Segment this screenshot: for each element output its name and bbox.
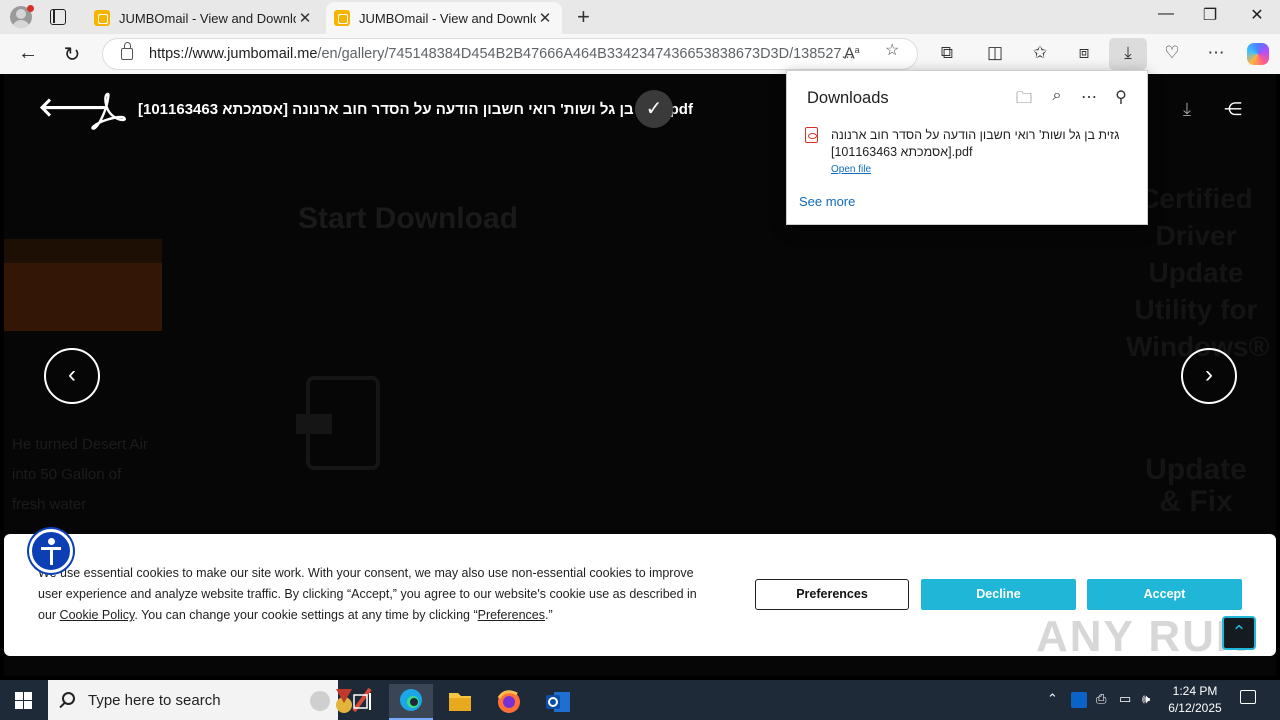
network-icon[interactable]: ▭: [1119, 691, 1131, 707]
pin-icon[interactable]: ⚲: [1110, 87, 1132, 107]
preferences-button[interactable]: Preferences: [755, 579, 909, 610]
decline-button[interactable]: Decline: [921, 579, 1076, 610]
outlook-tray-icon[interactable]: [1071, 692, 1087, 708]
tab-jumbomail-1[interactable]: JUMBOmail - View and Download ✕: [86, 2, 322, 34]
tab-jumbomail-2[interactable]: JUMBOmail - View and Download ✕: [326, 2, 562, 34]
copilot-icon[interactable]: [1247, 43, 1269, 65]
windows-start-icon[interactable]: [15, 692, 32, 709]
taskbar-search-input[interactable]: Type here to search: [48, 680, 372, 720]
extensions-icon[interactable]: ⧉: [935, 43, 959, 65]
url-path: /en/gallery/745148384D454B2B47666A464B33…: [317, 46, 854, 62]
outlook-icon[interactable]: [536, 684, 580, 720]
taskbar-clock[interactable]: 1:24 PM 6/12/2025: [1164, 683, 1226, 717]
pdf-file-icon: [805, 127, 818, 143]
search-icon[interactable]: ⌕: [1046, 87, 1068, 105]
next-file-button[interactable]: ›: [1181, 348, 1237, 404]
background-ad-right-cta: Update & Fix: [1145, 453, 1247, 518]
open-folder-icon[interactable]: 🗀: [1013, 87, 1035, 114]
scroll-top-icon[interactable]: ⌃: [1222, 616, 1256, 650]
tab-actions-icon[interactable]: [50, 9, 66, 25]
more-options-icon[interactable]: ⋯: [1078, 87, 1100, 107]
file-explorer-icon[interactable]: [438, 684, 482, 720]
refresh-icon[interactable]: ↻: [59, 42, 85, 67]
accept-button[interactable]: Accept: [1087, 579, 1242, 610]
accessibility-icon[interactable]: [29, 529, 73, 573]
tab-title: JUMBOmail - View and Download: [359, 10, 536, 26]
background-ad-image: [4, 239, 162, 331]
tab-strip: JUMBOmail - View and Download ✕ JUMBOmai…: [0, 0, 1280, 34]
acrobat-pdf-icon: [91, 92, 126, 130]
edge-taskbar-icon[interactable]: [389, 684, 433, 720]
collections-icon[interactable]: ⧈: [1072, 43, 1096, 65]
tab-title: JUMBOmail - View and Download: [119, 10, 296, 26]
lock-icon[interactable]: [121, 42, 133, 60]
chevron-right-icon: ›: [1205, 361, 1213, 388]
tray-chevron-up-icon[interactable]: ⌃: [1047, 691, 1058, 707]
viewer-download-icon[interactable]: ⤓: [1168, 92, 1206, 126]
task-view-icon[interactable]: [340, 684, 384, 720]
new-tab-icon[interactable]: +: [577, 4, 590, 30]
clock-date: 6/12/2025: [1168, 701, 1222, 715]
downloads-title: Downloads: [807, 89, 889, 107]
cookie-policy-link[interactable]: Cookie Policy: [60, 608, 135, 622]
notifications-icon[interactable]: [1240, 690, 1256, 704]
close-window-icon[interactable]: ✕: [1237, 5, 1277, 25]
cookie-text: We use essential cookies to make our sit…: [38, 563, 708, 626]
anyrun-watermark: ANY RUN: [1036, 612, 1250, 661]
firefox-icon[interactable]: [487, 684, 531, 720]
url-host: https://www.jumbomail.me: [149, 46, 318, 62]
profile-notification-dot: [27, 5, 34, 12]
search-placeholder: Type here to search: [88, 691, 221, 709]
previous-file-button[interactable]: ‹: [44, 348, 100, 404]
minimize-icon[interactable]: —: [1146, 5, 1186, 23]
downloads-icon[interactable]: ⤓: [1109, 38, 1147, 70]
background-ad-left-text: He turned Desert Air into 50 Gallon of f…: [12, 436, 148, 513]
back-arrow-icon[interactable]: ←: [15, 42, 41, 65]
chevron-left-icon: ‹: [68, 361, 76, 388]
favorites-icon[interactable]: ✩: [1028, 43, 1052, 65]
download-item-name[interactable]: גזית בן גל ושות' רואי חשבון הודעה על הסד…: [831, 127, 1131, 161]
cookie-text-part3: .”: [545, 608, 553, 622]
more-menu-icon[interactable]: ⋯: [1204, 43, 1228, 65]
downloads-panel: Downloads 🗀 ⌕ ⋯ ⚲ גזית בן גל ושות' רואי …: [786, 70, 1148, 225]
windows-taskbar: Type here to search ⌃ ⎙ ▭ 🕪 1:24 PM 6/12…: [0, 680, 1280, 720]
viewer-file-name: גזית בן גל ושות' רואי חשבון הודעה על הסד…: [138, 101, 693, 118]
read-aloud-icon[interactable]: Aₐ: [844, 40, 860, 63]
browser-essentials-icon[interactable]: ♡: [1160, 43, 1184, 65]
favorite-star-icon[interactable]: ☆: [885, 40, 899, 60]
cookie-text-part2: . You can change your cookie settings at…: [134, 608, 478, 622]
open-file-link[interactable]: Open file: [831, 164, 871, 175]
tab-close-icon[interactable]: ✕: [536, 9, 554, 27]
checkmark-icon[interactable]: ✓: [635, 90, 673, 128]
clock-time: 1:24 PM: [1172, 684, 1218, 698]
tray-device-icon[interactable]: ⎙: [1096, 691, 1106, 707]
jumbomail-favicon-icon: [94, 10, 110, 26]
volume-icon[interactable]: 🕪: [1142, 691, 1150, 707]
see-more-link[interactable]: See more: [799, 194, 855, 209]
restore-icon[interactable]: ❐: [1190, 5, 1230, 25]
split-screen-icon[interactable]: ◫: [983, 43, 1007, 65]
jumbomail-favicon-icon: [334, 10, 350, 26]
address-bar-input[interactable]: https://www.jumbomail.me/en/gallery/7451…: [102, 38, 918, 70]
background-heading: Start Download: [298, 202, 519, 235]
background-file-icon: [296, 376, 380, 470]
search-icon: [62, 692, 75, 705]
tab-close-icon[interactable]: ✕: [296, 9, 314, 27]
preferences-link[interactable]: Preferences: [478, 608, 545, 622]
share-icon[interactable]: ⋲: [1216, 92, 1250, 126]
address-toolbar: ← ↻ https://www.jumbomail.me/en/gallery/…: [0, 34, 1280, 74]
